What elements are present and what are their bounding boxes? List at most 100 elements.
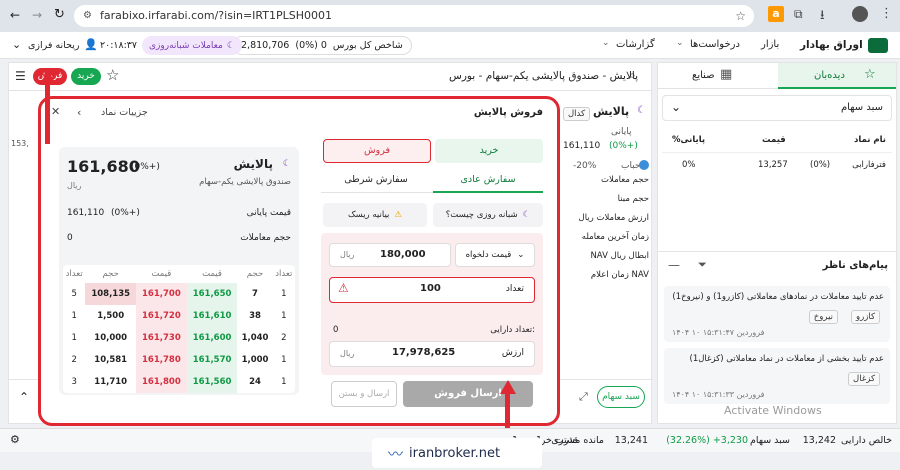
minimize-icon[interactable]: — (668, 258, 680, 272)
ob-sell-price: 161,700 (136, 283, 187, 305)
menu-market[interactable]: بازار (761, 39, 779, 50)
quote-name: پالایش (233, 157, 273, 171)
col-sell-vol: حجم (102, 269, 119, 279)
site-info-icon[interactable]: ⚙ (83, 5, 92, 27)
quote-unit: ریال (67, 181, 82, 190)
sidebar-tabs: دیده‌بان ☆ صنایع ▦ (658, 63, 896, 89)
col-buy-count: تعداد (275, 269, 293, 279)
ob-sell-vol: 11,710 (94, 377, 128, 387)
ob-sell-vol: 108,135 (85, 283, 137, 305)
order-book-row[interactable]: 1 10,000 161,730 161,600 1,040 2 (63, 327, 295, 349)
sell-tab[interactable]: فروش (323, 139, 431, 163)
risk-statement-button[interactable]: بیانیه ریسک ⚠ (323, 203, 427, 227)
regular-order-tab[interactable]: سفارش عادی (433, 169, 543, 193)
moon-icon: ☾ (226, 40, 235, 51)
holding-value: 0 (333, 325, 339, 335)
details-link[interactable]: جزییات نماد (101, 107, 148, 118)
bubble-value: -20% (573, 161, 597, 171)
messages-title: پیام‌های ناظر (822, 260, 888, 271)
clock: ۲۰:۱۸:۳۷ (100, 40, 138, 51)
order-type-tabs: سفارش عادی سفارش شرطی (321, 169, 543, 193)
menu-reports[interactable]: گزارشات (616, 39, 655, 50)
message-item[interactable]: عدم تایید معاملات در نمادهای معاملاتی (ک… (664, 286, 890, 342)
stat-row: NAV ابطال ریال (590, 251, 649, 261)
submit-close-button[interactable]: ارسال و بستن (331, 381, 397, 407)
star-icon: ☆ (864, 67, 876, 82)
codal-badge[interactable]: کدال (563, 107, 591, 121)
ob-buy-count: 1 (281, 355, 287, 365)
buy-button[interactable]: خرید (71, 68, 101, 85)
symbol-stats: حجم معاملات حجم مبنا ارزش معاملات ریال ز… (565, 175, 649, 289)
tab-watchlist[interactable]: دیده‌بان ☆ (778, 63, 896, 89)
forward-icon[interactable]: → (32, 8, 42, 22)
price-input[interactable]: 180,000 ریال (329, 243, 451, 267)
menu-requests[interactable]: درخواست‌ها (690, 39, 740, 50)
message-tag[interactable]: نیروخ (808, 310, 838, 324)
filter-icon[interactable]: ⏷ (698, 258, 707, 272)
settings-icon[interactable]: ⚙ (10, 433, 20, 446)
watchlist-selector[interactable]: سبد سهام ⌄ (662, 95, 892, 121)
ob-buy-vol: 24 (249, 377, 261, 387)
order-book-row[interactable]: 3 11,710 161,800 161,560 24 1 (63, 371, 295, 393)
night-trade-chip[interactable]: معاملات شبانه‌روزی ☾ (142, 36, 242, 55)
chevron-down-icon: ⌄ (671, 100, 682, 114)
ob-buy-price: 161,570 (186, 349, 238, 371)
ob-sell-vol: 10,000 (94, 333, 128, 343)
search-icon[interactable]: ⌕ (629, 68, 636, 83)
tab-industries[interactable]: صنایع (692, 70, 715, 81)
moon-icon: ☾ (522, 210, 531, 220)
value-display: ارزش 17,978,625 ریال (329, 341, 535, 367)
basket-button[interactable]: سبد سهام (597, 386, 645, 408)
order-book-row[interactable]: 1 1,500 161,720 161,610 38 1 (63, 305, 295, 327)
close-icon[interactable]: ✕ (51, 105, 60, 118)
order-book-row[interactable]: 2 10,581 161,780 161,570 1,000 1 (63, 349, 295, 371)
conditional-order-tab[interactable]: سفارش شرطی (321, 169, 431, 193)
message-text: عدم تایید بخشی از معاملات در نماد معاملا… (689, 354, 885, 364)
col-sell-count: تعداد (65, 269, 83, 279)
ob-buy-count: 1 (281, 377, 287, 387)
reload-icon[interactable]: ↻ (54, 7, 65, 22)
chevron-down-icon: ⌄ (517, 250, 525, 260)
watch-table: نام نماد قیمت %پایانی فترفارابی 13,257 (… (662, 129, 892, 179)
annotation-arrow-head (40, 70, 56, 84)
buy-tab[interactable]: خرید (435, 139, 543, 163)
col-name: نام نماد (853, 135, 886, 145)
favorite-star-icon[interactable]: ☆ (106, 66, 119, 84)
download-icon[interactable]: ⭳ (820, 6, 825, 28)
back-icon[interactable]: ← (10, 8, 20, 22)
table-row[interactable]: فترفارابی 13,257 (0%) 0% (662, 153, 892, 179)
bookmark-star-icon[interactable]: ☆ (735, 5, 746, 27)
last-price-label: قیمت پایانی (246, 208, 291, 218)
quote-full-name: صندوق پالایشی یکم-سهام (199, 177, 291, 187)
volume-label: حجم معاملات (240, 233, 291, 243)
profile-avatar[interactable] (852, 6, 868, 22)
expand-icon[interactable]: ⤢ (579, 390, 588, 404)
app-header: اوراق بهادار بازار درخواست‌ها ⌄ گزارشات … (0, 32, 900, 59)
ob-sell-price: 161,780 (136, 349, 187, 371)
list-menu-icon[interactable]: ☰ (15, 69, 26, 83)
ob-buy-count: 1 (281, 311, 287, 321)
quote-price: 161,680 (67, 157, 140, 176)
chevron-down-icon[interactable]: ⌄ (12, 38, 21, 51)
address-bar[interactable]: ⚙ farabixo.irfarabi.com/?isin=IRT1PLSH00… (74, 5, 754, 27)
extension-a-icon[interactable]: a (768, 6, 784, 22)
value-amount: 17,978,625 (392, 347, 456, 358)
ob-buy-count: 2 (281, 333, 287, 343)
last-label: پایانی (611, 127, 632, 137)
night-info-button[interactable]: شبانه روزی چیست؟ ☾ (433, 203, 543, 227)
index-label: شاخص کل بورس (332, 40, 403, 51)
message-tag[interactable]: کزغال (848, 372, 880, 386)
extensions-puzzle-icon[interactable]: ⧉ (794, 7, 803, 22)
browser-menu-icon[interactable]: ⋮ (880, 6, 893, 21)
chevron-up-icon[interactable]: ⌃ (19, 390, 29, 404)
message-tag[interactable]: کازرو (851, 310, 880, 324)
user-name[interactable]: ریحانه فرازی (28, 40, 79, 51)
message-item[interactable]: عدم تایید بخشی از معاملات در نماد معاملا… (664, 348, 890, 404)
quantity-input[interactable]: تعداد 100 ⚠ (329, 277, 535, 303)
basket-value: 13,241 (614, 435, 648, 446)
price-type-select[interactable]: قیمت دلخواه ⌄ (455, 243, 535, 267)
volume-value: 0 (67, 233, 73, 243)
order-book-row[interactable]: 5 108,135 161,700 161,650 7 1 (63, 283, 295, 305)
ob-sell-count: 5 (71, 289, 77, 299)
brand-name: اوراق بهادار (800, 39, 863, 51)
